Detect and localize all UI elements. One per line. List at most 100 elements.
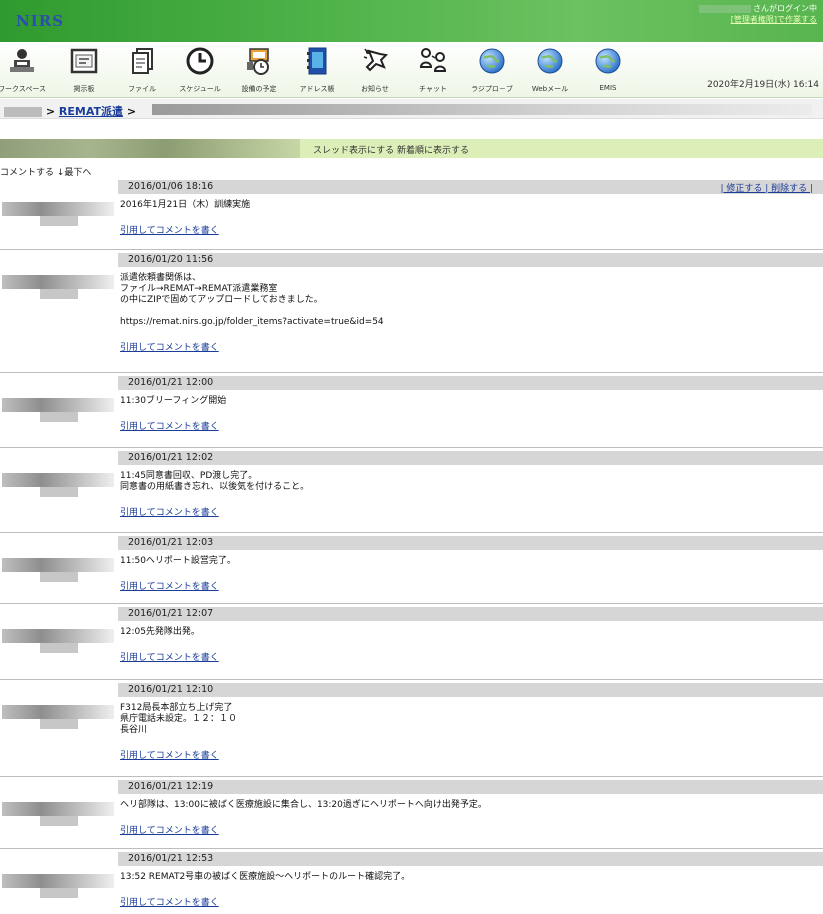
quote-comment-link[interactable]: 引用してコメントを書く [120,419,219,432]
comment-date: 2016/01/20 11:56 [128,254,214,265]
toolbar-item-6[interactable]: お知らせ [345,46,405,94]
quote-comment-link[interactable]: 引用してコメントを書く [120,579,219,592]
toolbar-item-0[interactable]: ワークスペース [0,46,52,94]
toolbar-item-5[interactable]: アドレス帳 [287,46,347,94]
nirs-logo[interactable]: NIRS [16,12,64,30]
toolbar-item-label: Webメール [531,85,569,93]
author-name-redacted [2,629,114,643]
quote-comment-link[interactable]: 引用してコメントを書く [120,505,219,518]
comment-date: 2016/01/06 18:16 [128,181,214,192]
comment-divider [0,372,823,373]
thread-view-options[interactable]: スレッド表示にする 新着順に表示する [313,143,469,156]
comment-line: F312局長本部立ち上げ完了 [120,703,233,713]
comment-line: の中にZIPで固めてアップロードしておきました。 [120,295,323,305]
comment-line: 13:52 REMAT2号車の被ばく医療施設～ヘリポートのルート確認完了。 [120,872,411,882]
breadcrumb-separator: > [122,105,137,118]
comment-date: 2016/01/21 12:53 [128,853,214,864]
board-icon [69,46,99,76]
toolbar-item-2[interactable]: ファイル [112,46,172,94]
author-dept-redacted [40,572,78,582]
toolbar-item-label: チャット [419,85,447,93]
globe-icon [535,46,565,76]
toolbar-item-label: 掲示板 [73,85,95,93]
thread-info-redacted [0,139,300,158]
quote-comment-link[interactable]: 引用してコメントを書く [120,650,219,663]
toolbar-item-8[interactable]: ラジプロ－ブ [462,46,522,94]
toolbar-item-label: スケジュール [179,85,221,93]
file-icon [127,46,157,76]
author-name-redacted [2,473,114,487]
toolbar-item-3[interactable]: スケジュール [170,46,230,94]
comment-header: 2016/01/21 12:53 [118,852,823,866]
breadcrumb: > REMAT派遣 > [0,99,823,119]
comment-body: 11:45同意書回収、PD渡し完了。 同意書の用紙書き忘れ、以後気を付けること。 [120,471,810,493]
comment-body: 派遣依頼書関係は、 ファイル→REMAT→REMAT派遣業務室 の中にZIPで固めて… [120,273,810,328]
top-banner: NIRS さんがログイン中 [管理者権限]で作業する [0,0,823,42]
thread-toolbar: スレッド表示にする 新着順に表示する [0,139,823,158]
comment-date: 2016/01/21 12:02 [128,452,214,463]
quote-comment-link[interactable]: 引用してコメントを書く [120,223,219,236]
toolbar-item-1[interactable]: 掲示板 [54,46,114,94]
notice-icon [360,46,390,76]
comment-header: 2016/01/21 12:10 [118,683,823,697]
comment-top-commands[interactable]: コメントする ↓最下へ [0,165,91,178]
quote-comment-link[interactable]: 引用してコメントを書く [120,748,219,761]
quote-comment-link[interactable]: 引用してコメントを書く [120,340,219,353]
globe-icon [593,46,623,76]
chat-icon [418,46,448,76]
comment-header: 2016/01/21 12:19 [118,780,823,794]
user-info: さんがログイン中 [管理者権限]で作業する [657,3,817,25]
author-name-redacted [2,275,114,289]
comment-header: 2016/01/21 12:00 [118,376,823,390]
thread-title-redacted [152,104,812,115]
comment-header: 2016/01/06 18:16 | 修正する | 削除する | [118,180,823,194]
breadcrumb-root-redacted[interactable] [4,107,42,117]
equipment-icon [244,46,274,76]
author-name-redacted [2,398,114,412]
comment-body: F312局長本部立ち上げ完了 県庁電話未設定。１２：１０ 長谷川 [120,703,810,736]
clock-icon [185,46,215,76]
comment-line: 11:50ヘリポート設営完了。 [120,556,236,566]
toolbar-item-label: EMIS [599,84,617,92]
admin-mode-link[interactable]: [管理者権限]で作業する [731,15,817,24]
comment-line: 11:30ブリーフィング開始 [120,396,227,406]
author-dept-redacted [40,216,78,226]
comment-line: 派遣依頼書関係は、 [120,273,202,283]
toolbar-item-10[interactable]: EMIS [578,46,638,92]
comment-body: 11:30ブリーフィング開始 [120,396,810,407]
toolbar-item-4[interactable]: 設備の予定 [229,46,289,94]
comment-divider [0,532,823,533]
comment-header: 2016/01/21 12:03 [118,536,823,550]
breadcrumb-link-remat[interactable]: REMAT派遣 [59,105,123,118]
login-status-text: さんがログイン中 [753,4,817,13]
comment-date: 2016/01/21 12:19 [128,781,214,792]
author-dept-redacted [40,888,78,898]
comment-divider [0,679,823,680]
comment-date: 2016/01/21 12:00 [128,377,214,388]
author-dept-redacted [40,816,78,826]
address-book-icon [302,46,332,76]
comment-line: ヘリ部隊は、13:00に被ばく医療施設に集合し、13:20過ぎにヘリポートへ向け… [120,800,487,810]
toolbar-item-9[interactable]: Webメール [520,46,580,94]
toolbar-item-label: ファイル [128,85,156,93]
quote-comment-link[interactable]: 引用してコメントを書く [120,823,219,836]
comment-date: 2016/01/21 12:07 [128,608,214,619]
comment-line: 同意書の用紙書き忘れ、以後気を付けること。 [120,482,310,492]
comment-date: 2016/01/21 12:10 [128,684,214,695]
toolbar-item-label: お知らせ [361,85,389,93]
comment-body: 11:50ヘリポート設営完了。 [120,556,810,567]
toolbar-item-label: ラジプロ－ブ [471,85,513,93]
comment-body: 2016年1月21日（木）訓練実施 [120,200,810,211]
author-dept-redacted [40,643,78,653]
toolbar-item-7[interactable]: チャット [403,46,463,94]
comment-divider [0,603,823,604]
comment-header: 2016/01/20 11:56 [118,253,823,267]
comment-line: ファイル→REMAT→REMAT派遣業務室 [120,284,278,294]
comment-line: 2016年1月21日（木）訓練実施 [120,200,251,210]
globe-icon [477,46,507,76]
author-name-redacted [2,202,114,216]
comment-edit-delete-links[interactable]: | 修正する | 削除する | [720,181,813,194]
comment-line: 11:45同意書回収、PD渡し完了。 [120,471,258,481]
quote-comment-link[interactable]: 引用してコメントを書く [120,895,219,908]
comment-divider [0,776,823,777]
